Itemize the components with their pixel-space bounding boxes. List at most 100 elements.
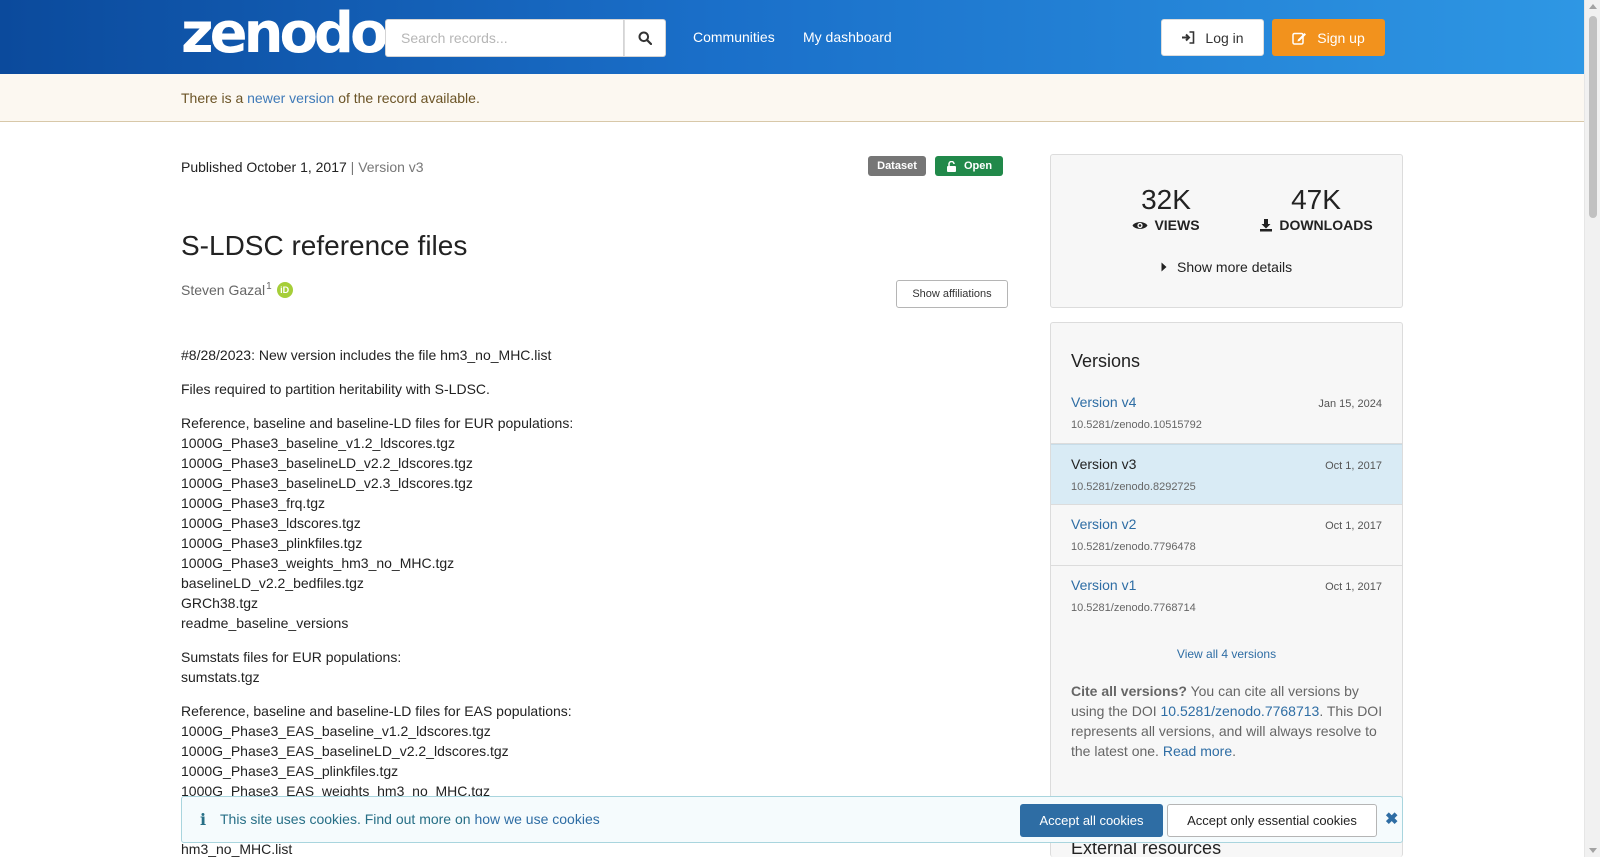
signup-label: Sign up [1317,29,1365,46]
sign-in-icon [1182,31,1195,44]
scroll-down-arrow-icon[interactable] [1589,848,1597,853]
top-navbar: zenodo Communities My dashboard Log in S… [0,0,1584,74]
published-date: Published October 1, 2017 [181,159,347,175]
notice-text: There is a newer version of the record a… [181,90,480,106]
more-details-label: Show more details [1177,259,1293,275]
description-line: Reference, baseline and baseline-LD file… [181,703,572,719]
open-access-badge: Open [935,156,1003,176]
show-more-details-toggle[interactable]: Show more details [1161,259,1292,275]
downloads-label-row: DOWNLOADS [1246,217,1386,233]
version-link[interactable]: Version v4 [1071,394,1136,410]
description-paragraph: Files required to partition heritability… [181,379,991,399]
search-button[interactable] [624,19,666,57]
description-line: 1000G_Phase3_baselineLD_v2.3_ldscores.tg… [181,475,473,491]
versions-panel: Versions Version v4 Jan 15, 2024 10.5281… [1050,322,1403,857]
edit-icon [1292,32,1307,45]
stats-panel: 32K VIEWS 47K DOWNLOADS Show more detail… [1050,154,1403,308]
orcid-icon[interactable]: iD [276,282,293,298]
description-line: 1000G_Phase3_EAS_baselineLD_v2.2_ldscore… [181,743,509,759]
nav-my-dashboard[interactable]: My dashboard [803,29,892,45]
newer-version-link[interactable]: newer version [247,90,334,106]
download-icon [1260,219,1273,232]
description-line: 1000G_Phase3_EAS_plinkfiles.tgz [181,763,399,779]
search-bar [385,19,666,57]
signup-button[interactable]: Sign up [1272,19,1385,56]
description-line: 1000G_Phase3_plinkfiles.tgz [181,535,363,551]
author-name[interactable]: Steven Gazal [181,282,265,298]
version-link[interactable]: Version v2 [1071,516,1136,532]
version-row-v1[interactable]: Version v1 Oct 1, 2017 10.5281/zenodo.77… [1051,566,1402,627]
version-separator: | [350,159,355,175]
concept-doi-link[interactable]: 10.5281/zenodo.7768713 [1161,703,1320,719]
read-more-link[interactable]: Read more [1163,743,1232,759]
description-line: 1000G_Phase3_EAS_baseline_v1.2_ldscores.… [181,723,491,739]
downloads-label: DOWNLOADS [1279,217,1373,233]
description-overflow-line: hm3_no_MHC.list [181,841,293,857]
description-line: 1000G_Phase3_baseline_v1.2_ldscores.tgz [181,435,455,451]
view-all-versions-link[interactable]: View all 4 versions [1051,647,1402,661]
description-line: 1000G_Phase3_baselineLD_v2.2_ldscores.tg… [181,455,473,471]
cookie-text: This site uses cookies. Find out more on [220,811,471,827]
nav-communities[interactable]: Communities [693,29,775,45]
close-icon[interactable]: ✖ [1385,809,1398,829]
eye-icon [1132,221,1148,229]
version-doi: 10.5281/zenodo.8292725 [1071,481,1196,493]
description-line: 1000G_Phase3_frq.tgz [181,495,325,511]
version-date: Oct 1, 2017 [1325,581,1382,593]
description-paragraph: #8/28/2023: New version includes the fil… [181,345,991,365]
record-title: S-LDSC reference files [181,230,468,261]
open-badge-label: Open [963,160,993,172]
version-date: Oct 1, 2017 [1325,520,1382,532]
scroll-up-arrow-icon[interactable] [1589,4,1597,9]
logo-text[interactable]: zenodo [181,1,388,66]
description-paragraph: Reference, baseline and baseline-LD file… [181,413,991,633]
description-line: 1000G_Phase3_weights_hm3_no_MHC.tgz [181,555,455,571]
publication-info: Published October 1, 2017 | Version v3 [181,159,424,175]
info-icon: i [200,810,207,829]
accept-essential-cookies-button[interactable]: Accept only essential cookies [1167,804,1377,837]
show-affiliations-button[interactable]: Show affiliations [896,280,1008,308]
version-row-v3[interactable]: Version v3 Oct 1, 2017 10.5281/zenodo.82… [1051,444,1402,505]
dataset-badge: Dataset [868,156,926,176]
version-row-v2[interactable]: Version v2 Oct 1, 2017 10.5281/zenodo.77… [1051,505,1402,566]
search-input[interactable] [385,19,624,57]
views-label: VIEWS [1154,217,1200,233]
downloads-count: 47K [1291,184,1341,215]
notice-suffix: of the record available. [338,90,480,106]
version-link[interactable]: Version v3 [1071,456,1136,472]
views-stat: 32K VIEWS [1111,185,1221,233]
version-date: Jan 15, 2024 [1318,398,1382,410]
version-row-v4[interactable]: Version v4 Jan 15, 2024 10.5281/zenodo.1… [1051,383,1402,444]
login-label: Log in [1205,29,1244,46]
version-doi: 10.5281/zenodo.10515792 [1071,419,1202,431]
version-link[interactable]: Version v1 [1071,577,1136,593]
cite-all-versions: Cite all versions? You can cite all vers… [1071,681,1391,761]
cookie-banner: i This site uses cookies. Find out more … [181,796,1403,843]
description-line: 1000G_Phase3_ldscores.tgz [181,515,361,531]
description-line: baselineLD_v2.2_bedfiles.tgz [181,575,364,591]
version-date: Oct 1, 2017 [1325,460,1382,472]
cookie-message: This site uses cookies. Find out more on… [220,811,600,827]
description-line: Reference, baseline and baseline-LD file… [181,415,574,431]
version-doi: 10.5281/zenodo.7796478 [1071,541,1196,553]
description-paragraph: Sumstats files for EUR populations: sumst… [181,647,991,687]
page-scrollbar[interactable] [1584,0,1600,857]
record-description: #8/28/2023: New version includes the fil… [181,345,991,815]
cookie-policy-link[interactable]: how we use cookies [474,811,599,827]
scroll-thumb[interactable] [1589,16,1597,218]
views-label-row: VIEWS [1111,217,1221,233]
description-line: Sumstats files for EUR populations: [181,649,402,665]
zenodo-logo[interactable]: zenodo [181,6,388,62]
description-line: sumstats.tgz [181,669,260,685]
views-count: 32K [1141,184,1191,215]
description-line: Files required to partition heritability… [181,381,490,397]
newer-version-notice: There is a newer version of the record a… [0,74,1584,122]
accept-all-cookies-button[interactable]: Accept all cookies [1020,804,1163,837]
cite-heading: Cite all versions? [1071,683,1187,699]
caret-right-icon [1161,262,1167,272]
search-icon [638,31,652,45]
description-line: #8/28/2023: New version includes the fil… [181,347,552,363]
dataset-badge-label: Dataset [877,160,917,172]
login-button[interactable]: Log in [1161,19,1264,56]
versions-heading: Versions [1071,351,1141,371]
